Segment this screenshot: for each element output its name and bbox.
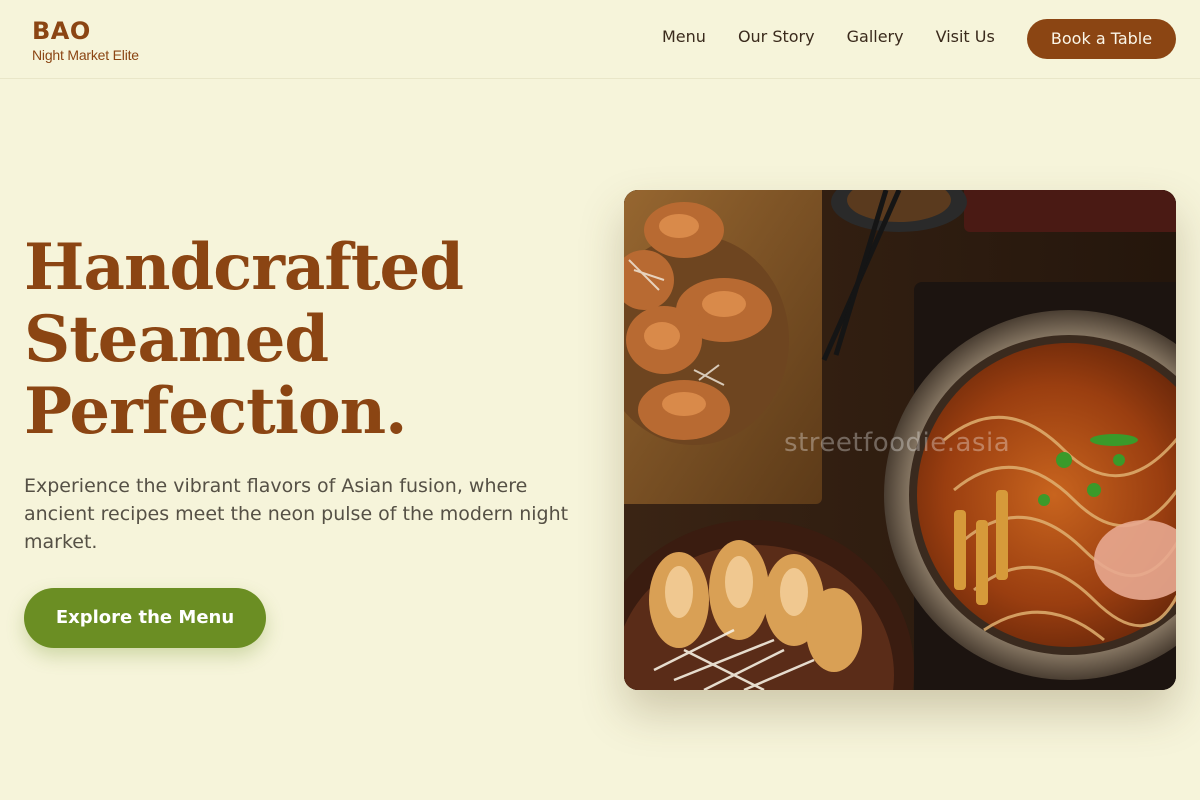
nav-link-menu[interactable]: Menu bbox=[662, 27, 706, 47]
hero-description: Experience the vibrant flavors of Asian … bbox=[24, 475, 569, 553]
nav-link-our-story[interactable]: Our Story bbox=[738, 27, 815, 47]
hero-title-line: Perfection. bbox=[24, 374, 407, 449]
nav-link-visit-us[interactable]: Visit Us bbox=[936, 27, 995, 47]
book-table-button[interactable]: Book a Table bbox=[1027, 19, 1176, 59]
brand-logo[interactable]: BAO Night Market Elite bbox=[32, 16, 139, 64]
brand-name: BAO bbox=[32, 17, 91, 45]
explore-menu-button[interactable]: Explore the Menu bbox=[24, 588, 266, 648]
hero-title: Handcrafted Steamed Perfection. bbox=[24, 232, 584, 448]
hero-title-line: Handcrafted bbox=[24, 230, 464, 305]
main-nav: Menu Our Story Gallery Visit Us bbox=[662, 27, 995, 47]
hero-title-line: Steamed bbox=[24, 302, 329, 377]
brand-tagline: Night Market Elite bbox=[32, 47, 139, 63]
image-watermark: streetfoodie.asia bbox=[784, 428, 1011, 458]
nav-link-gallery[interactable]: Gallery bbox=[847, 27, 904, 47]
hero-food-image: streetfoodie.asia bbox=[624, 190, 1176, 690]
site-header: BAO Night Market Elite Menu Our Story Ga… bbox=[0, 0, 1200, 79]
